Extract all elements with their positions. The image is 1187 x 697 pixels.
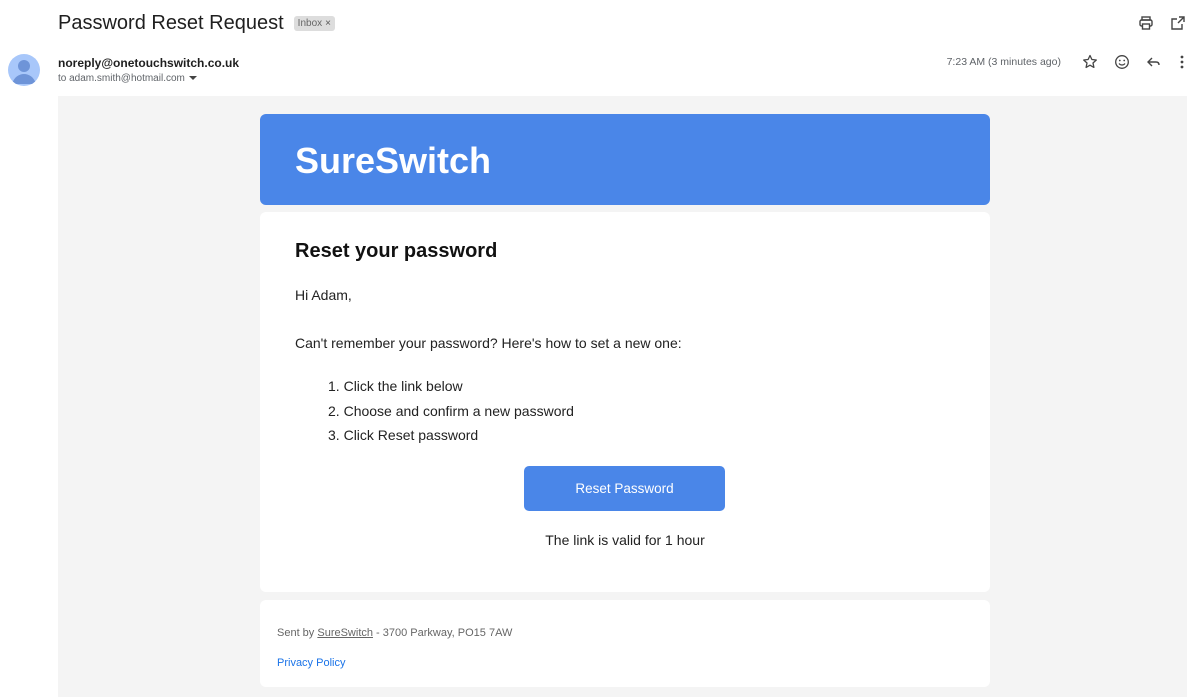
emoji-icon[interactable] — [1113, 53, 1131, 71]
list-item: 3. Click Reset password — [328, 423, 574, 448]
chevron-down-icon[interactable] — [188, 73, 197, 84]
steps-list: 1. Click the link below 2. Choose and co… — [328, 374, 574, 448]
email-subject: Password Reset Request — [58, 11, 284, 34]
step-text: Click the link below — [343, 378, 463, 394]
step-number: 3. — [328, 427, 340, 443]
brand-logo-text: SureSwitch — [295, 140, 492, 181]
reply-icon[interactable] — [1145, 53, 1163, 71]
sender-avatar[interactable] — [8, 54, 40, 86]
step-number: 2. — [328, 402, 340, 419]
sent-by-address: - 3700 Parkway, PO15 7AW — [373, 627, 513, 639]
email-content-area: SureSwitch Reset your password Hi Adam, … — [58, 96, 1187, 697]
star-icon[interactable] — [1081, 53, 1099, 71]
remove-label-button[interactable]: × — [325, 18, 331, 29]
sureswitch-link[interactable]: SureSwitch — [317, 627, 373, 639]
top-toolbar — [1137, 14, 1187, 32]
print-icon[interactable] — [1137, 14, 1155, 32]
inbox-label-chip[interactable]: Inbox × — [293, 15, 335, 31]
reset-password-button[interactable]: Reset Password — [524, 466, 725, 511]
sent-by-prefix: Sent by — [277, 627, 318, 639]
step-number: 1. — [328, 378, 340, 394]
recipient-line: to adam.smith@hotmail.com — [58, 73, 239, 84]
brand-banner: SureSwitch — [260, 114, 990, 205]
recipient-address: to adam.smith@hotmail.com — [58, 73, 185, 84]
email-footer: Sent by SureSwitch - 3700 Parkway, PO15 … — [260, 600, 990, 687]
sender-block: noreply@onetouchswitch.co.uk to adam.smi… — [58, 56, 239, 84]
open-in-new-window-icon[interactable] — [1169, 14, 1187, 32]
message-actions: 7:23 AM (3 minutes ago) — [947, 53, 1187, 71]
step-text: Click Reset password — [343, 427, 479, 443]
card-title: Reset your password — [295, 240, 498, 262]
message-card: Reset your password Hi Adam, Can't remem… — [260, 212, 990, 592]
more-vert-icon[interactable] — [1177, 53, 1187, 71]
link-validity-text: The link is valid for 1 hour — [545, 532, 705, 548]
greeting-text: Hi Adam, — [295, 287, 352, 303]
step-text: Choose and confirm a new password — [343, 402, 574, 419]
email-subject-row: Password Reset Request Inbox × — [58, 10, 335, 36]
privacy-policy-link[interactable]: Privacy Policy — [277, 657, 345, 669]
intro-text: Can't remember your password? Here's how… — [295, 335, 682, 351]
sender-address[interactable]: noreply@onetouchswitch.co.uk — [58, 56, 239, 70]
list-item: 1. Click the link below — [328, 374, 574, 399]
sent-by-line: Sent by SureSwitch - 3700 Parkway, PO15 … — [277, 627, 512, 639]
inbox-label-text: Inbox — [297, 17, 323, 29]
message-timestamp: 7:23 AM (3 minutes ago) — [946, 56, 1061, 68]
list-item: 2. Choose and confirm a new password — [328, 399, 574, 424]
